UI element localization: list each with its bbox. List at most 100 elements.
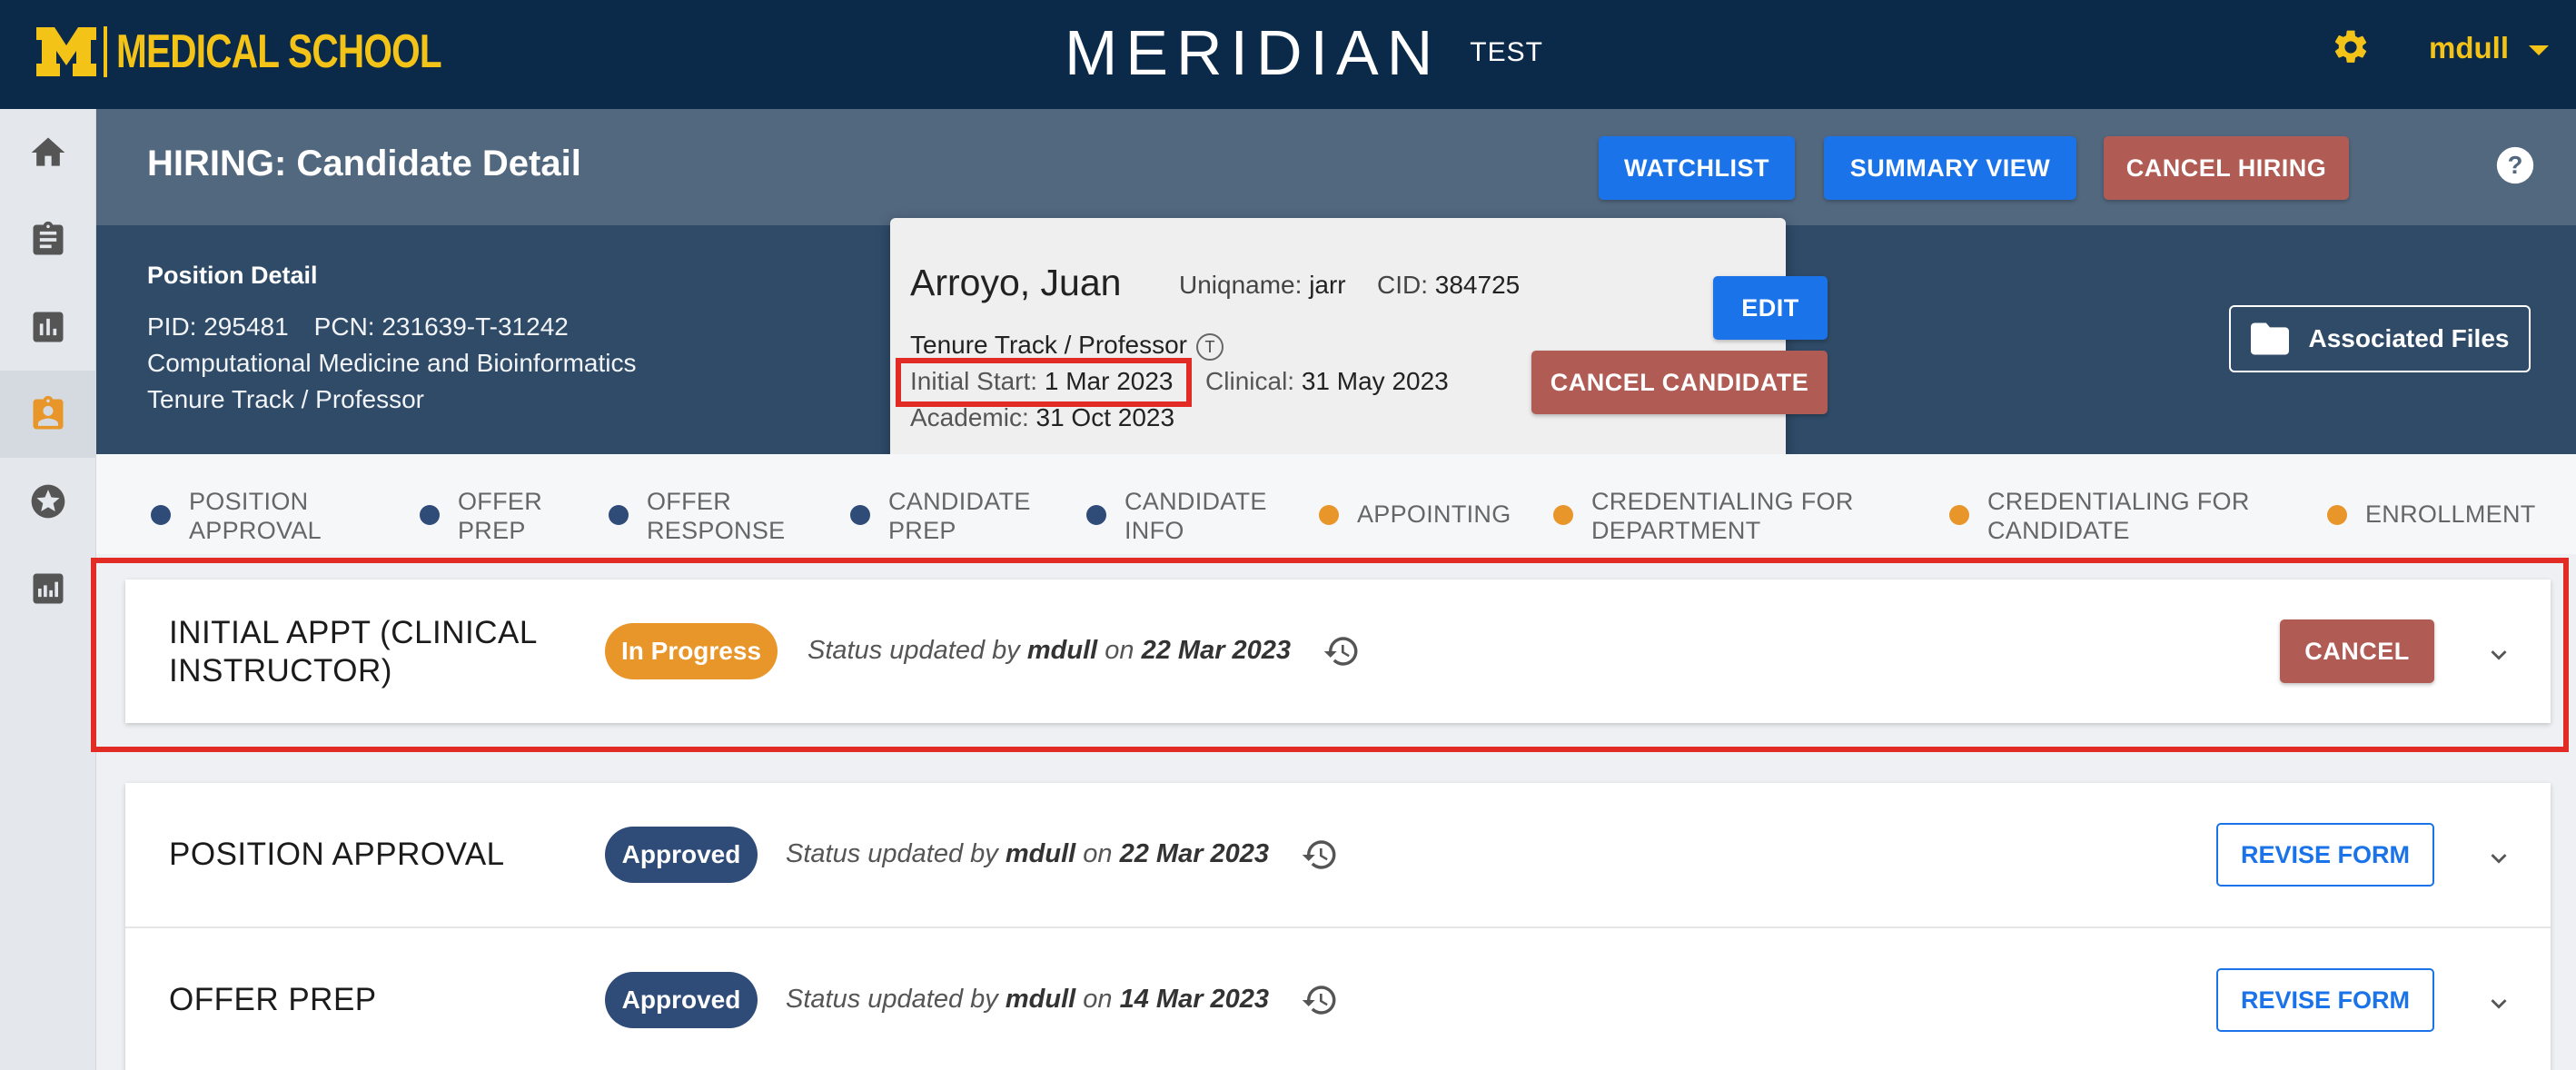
status-badge: Approved: [605, 972, 758, 1028]
chevron-down-icon[interactable]: [2483, 843, 2514, 874]
step-label: CANDIDATE INFO: [1125, 488, 1267, 544]
badge-icon: [33, 395, 64, 430]
brand-logo[interactable]: MEDICAL SCHOOL: [36, 24, 533, 80]
card-title-position-approval: POSITION APPROVAL: [169, 837, 505, 872]
status-on: on: [1083, 839, 1113, 868]
status-date: 22 Mar 2023: [1119, 839, 1270, 868]
candidate-name: Arroyo, Juan: [910, 262, 1122, 303]
help-icon[interactable]: ?: [2495, 145, 2535, 185]
environment-label: TEST: [1470, 37, 1543, 67]
step-dot: [1949, 505, 1969, 525]
step-dot: [1319, 505, 1339, 525]
meridian-logo[interactable]: MERIDIAN TEST: [1065, 16, 1543, 89]
cancel-hiring-button[interactable]: CANCEL HIRING: [2104, 136, 2349, 200]
card-title-offer-prep: OFFER PREP: [169, 982, 377, 1017]
workflow-stepper: POSITION APPROVAL OFFER PREP OFFER RESPO…: [96, 454, 2576, 554]
academic-label: Academic:: [910, 403, 1029, 431]
edit-button[interactable]: EDIT: [1713, 276, 1828, 340]
position-ids: PID: 295481 PCN: 231639-T-31242: [147, 312, 569, 342]
row-divider: [125, 926, 2551, 928]
uniqname-value: jarr: [1309, 271, 1346, 299]
tenure-badge-icon: T: [1196, 332, 1224, 361]
step-label: CREDENTIALING FOR CANDIDATE: [1987, 488, 2250, 544]
step-label: APPOINTING: [1357, 500, 1511, 528]
highlight-box: [91, 558, 2569, 752]
step-label: OFFER RESPONSE: [647, 488, 786, 544]
step-dot: [420, 505, 440, 525]
gear-icon[interactable]: [2331, 27, 2371, 67]
candidate-track: Tenure Track / Professor T: [910, 331, 1224, 361]
brand-text: MEDICAL SCHOOL: [116, 25, 442, 78]
step-credentialing-department[interactable]: CREDENTIALING FOR DEPARTMENT: [1553, 487, 1854, 545]
step-offer-prep[interactable]: OFFER PREP: [420, 487, 542, 545]
svg-text:?: ?: [2508, 151, 2523, 179]
candidate-card: Arroyo, Juan Uniqname: jarr CID: 384725 …: [890, 218, 1828, 460]
cid-value: 384725: [1434, 271, 1521, 299]
report-chart-icon: [33, 573, 64, 604]
associated-files-label: Associated Files: [2308, 324, 2510, 352]
uniqname: Uniqname: jarr: [1179, 271, 1346, 300]
step-offer-response[interactable]: OFFER RESPONSE: [609, 487, 785, 545]
top-navbar: MEDICAL SCHOOL MERIDIAN TEST mdull: [0, 0, 2576, 109]
step-label: CREDENTIALING FOR DEPARTMENT: [1591, 488, 1854, 544]
step-dot: [2327, 505, 2347, 525]
step-dot: [609, 505, 629, 525]
sidebar-item-starred[interactable]: [0, 458, 96, 545]
pid: PID: 295481: [147, 312, 289, 341]
sidebar-item-reports[interactable]: [0, 545, 96, 632]
step-credentialing-candidate[interactable]: CREDENTIALING FOR CANDIDATE: [1949, 487, 2250, 545]
step-label: CANDIDATE PREP: [888, 488, 1031, 544]
sidebar-item-clipboard[interactable]: [0, 196, 96, 283]
step-dot: [151, 505, 171, 525]
step-dot: [850, 505, 870, 525]
step-label: OFFER PREP: [458, 488, 542, 544]
academic-value: 31 Oct 2023: [1035, 403, 1175, 431]
cid-label: CID:: [1377, 271, 1428, 299]
history-icon[interactable]: [1301, 981, 1339, 1019]
username: mdull: [2429, 31, 2509, 64]
history-icon[interactable]: [1301, 836, 1339, 874]
sidebar: [0, 109, 96, 1070]
block-m-icon: [36, 27, 96, 76]
step-position-approval[interactable]: POSITION APPROVAL: [151, 487, 322, 545]
step-label: ENROLLMENT: [2365, 500, 2536, 528]
page-header: HIRING: Candidate Detail WATCHLIST SUMMA…: [96, 109, 2576, 225]
pcn: PCN: 231639-T-31242: [313, 312, 569, 341]
star-circle-icon: [31, 484, 65, 519]
status-prefix: Status updated by: [786, 839, 998, 868]
step-candidate-info[interactable]: CANDIDATE INFO: [1086, 487, 1267, 545]
logo-text: MERIDIAN: [1065, 17, 1442, 88]
cancel-candidate-button[interactable]: CANCEL CANDIDATE: [1531, 351, 1828, 414]
watchlist-button[interactable]: WATCHLIST: [1599, 136, 1795, 200]
sidebar-item-home[interactable]: [0, 109, 96, 196]
status-date: 14 Mar 2023: [1119, 985, 1270, 1014]
user-menu[interactable]: mdull: [2429, 31, 2549, 65]
status-updated: Status updated by mdull on 14 Mar 2023: [786, 985, 1269, 1015]
chevron-down-icon[interactable]: [2483, 988, 2514, 1019]
department: Computational Medicine and Bioinformatic…: [147, 349, 637, 377]
step-label: POSITION APPROVAL: [189, 488, 322, 544]
step-candidate-prep[interactable]: CANDIDATE PREP: [850, 487, 1031, 545]
candidate-track-text: Tenure Track / Professor: [910, 331, 1188, 359]
step-dot: [1086, 505, 1106, 525]
associated-files-button[interactable]: Associated Files: [2229, 305, 2531, 372]
step-dot: [1553, 505, 1573, 525]
clinical-value: 31 May 2023: [1301, 367, 1449, 395]
revise-form-button[interactable]: REVISE FORM: [2216, 968, 2434, 1032]
status-updated: Status updated by mdull on 22 Mar 2023: [786, 839, 1269, 869]
summary-view-button[interactable]: SUMMARY VIEW: [1824, 136, 2076, 200]
step-enrollment[interactable]: ENROLLMENT: [2327, 487, 2536, 542]
sidebar-item-candidate[interactable]: [0, 371, 96, 458]
revise-form-button[interactable]: REVISE FORM: [2216, 823, 2434, 887]
status-user: mdull: [1005, 839, 1076, 868]
clipboard-icon: [33, 221, 64, 255]
cid: CID: 384725: [1377, 271, 1520, 300]
clinical-label: Clinical:: [1205, 367, 1295, 395]
bar-chart-icon: [33, 312, 64, 342]
status-on: on: [1083, 985, 1113, 1014]
step-appointing[interactable]: APPOINTING: [1319, 487, 1511, 542]
position-track: Tenure Track / Professor: [147, 385, 425, 413]
status-user: mdull: [1005, 985, 1076, 1014]
sidebar-item-chart[interactable]: [0, 283, 96, 371]
chevron-down-icon: [2529, 45, 2549, 55]
